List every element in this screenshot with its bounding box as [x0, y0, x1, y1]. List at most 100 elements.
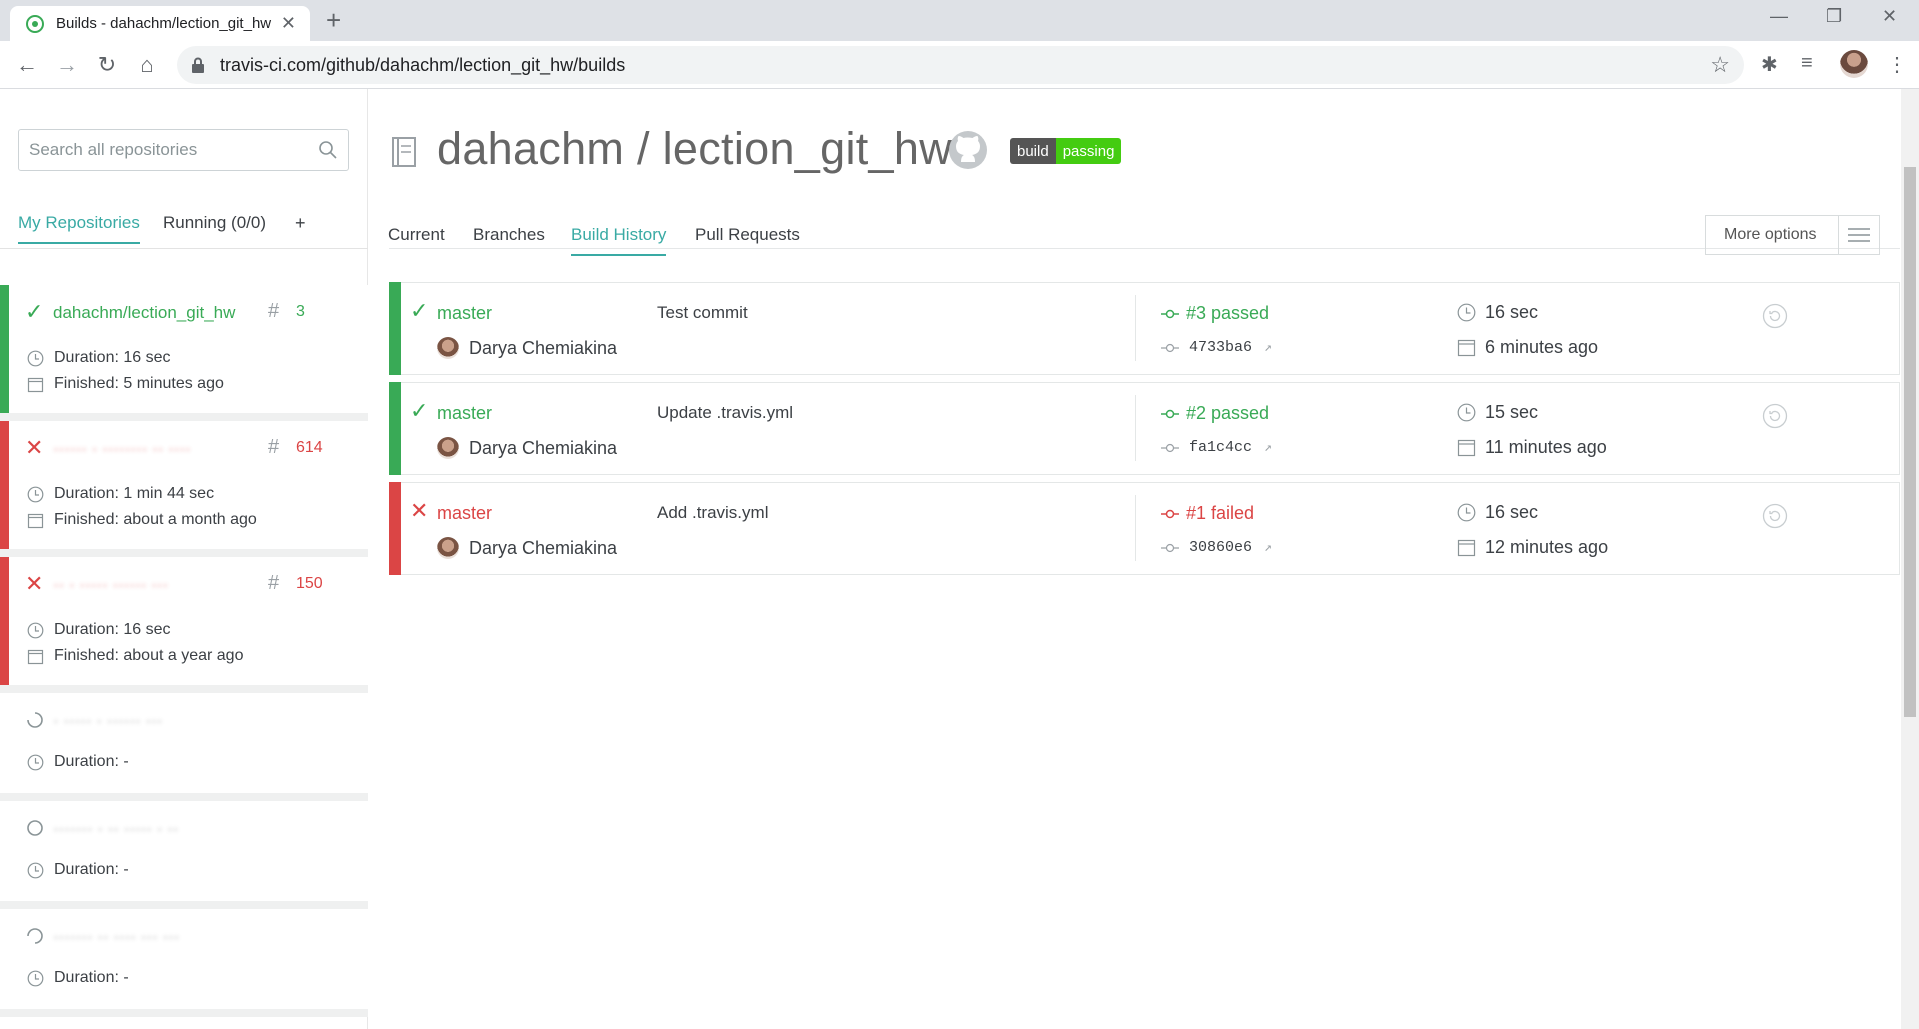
tab-build-history[interactable]: Build History — [571, 225, 667, 256]
sidebar-repo-item[interactable]: ✕ ·· · ····· ······ ··· # 150 Duration: … — [0, 557, 368, 685]
profile-avatar[interactable] — [1840, 50, 1868, 78]
build-result[interactable]: #2 passed — [1161, 403, 1269, 424]
clock-icon — [1457, 303, 1476, 322]
forward-icon[interactable]: → — [52, 50, 82, 80]
duration-text: 16 sec — [1485, 502, 1539, 522]
duration-text: Duration: - — [54, 753, 129, 770]
commit-icon — [1161, 543, 1179, 552]
media-control-icon[interactable]: ≡ — [1801, 52, 1813, 75]
restart-icon[interactable] — [1762, 403, 1788, 429]
minimize-icon[interactable]: — — [1770, 6, 1788, 27]
more-options-button[interactable]: More options — [1705, 215, 1880, 255]
new-tab-icon[interactable]: + — [326, 6, 341, 34]
build-row[interactable]: ✓ master Darya Chemiakina Update .travis… — [389, 382, 1900, 475]
hash-icon: # — [268, 300, 280, 322]
commit-sha[interactable]: 4733ba6 ↗ — [1161, 339, 1272, 356]
build-result[interactable]: #1 failed — [1161, 503, 1254, 524]
branch-name[interactable]: master — [437, 403, 492, 424]
repository-icon — [392, 137, 416, 167]
restore-icon[interactable]: ❐ — [1826, 6, 1842, 27]
browser-menu-icon[interactable]: ⋮ — [1887, 52, 1907, 77]
divider — [0, 793, 368, 801]
tab-pull-requests[interactable]: Pull Requests — [695, 225, 800, 245]
back-icon[interactable]: ← — [12, 50, 42, 80]
sidebar-repo-item[interactable]: · ····· · ······ ··· Duration: - — [0, 693, 368, 793]
close-window-icon[interactable]: ✕ — [1882, 6, 1897, 27]
tab-current[interactable]: Current — [388, 225, 445, 245]
commit-sha-text: fa1c4cc — [1189, 439, 1253, 456]
build-result-text: #1 failed — [1186, 503, 1255, 523]
repo-duration: Duration: 1 min 44 sec — [27, 485, 214, 503]
github-icon[interactable] — [947, 129, 989, 171]
repo-name[interactable]: ······ · ········ ·· ···· — [53, 439, 191, 459]
restart-icon[interactable] — [1762, 503, 1788, 529]
repo-finished: Finished: 5 minutes ago — [27, 375, 224, 393]
hash-icon: # — [268, 572, 280, 594]
address-bar[interactable]: travis-ci.com/github/dahachm/lection_git… — [177, 46, 1744, 84]
extensions-icon[interactable]: ✱ — [1761, 52, 1778, 77]
external-link-icon[interactable]: ↗ — [1264, 340, 1272, 355]
divider — [0, 549, 368, 557]
tab-running[interactable]: Running (0/0) — [163, 213, 266, 233]
build-number[interactable]: 150 — [296, 575, 323, 593]
build-finished: 6 minutes ago — [1457, 337, 1598, 358]
calendar-icon — [27, 649, 44, 664]
add-repository-button[interactable]: + — [295, 213, 306, 234]
scrollbar-thumb[interactable] — [1904, 167, 1916, 717]
build-row[interactable]: ✕ master Darya Chemiakina Add .travis.ym… — [389, 482, 1900, 575]
external-link-icon[interactable]: ↗ — [1264, 440, 1272, 455]
page-scrollbar[interactable] — [1901, 89, 1919, 1029]
build-number[interactable]: 3 — [296, 303, 305, 321]
build-number[interactable]: 614 — [296, 439, 323, 457]
search-icon[interactable] — [318, 140, 338, 160]
sidebar-repo-item[interactable]: ······· ·· ···· ··· ··· Duration: - — [0, 909, 368, 1009]
repo-finished: Finished: about a month ago — [27, 511, 257, 529]
divider — [1135, 495, 1136, 561]
repo-name[interactable]: ······· ·· ···· ··· ··· — [53, 927, 179, 947]
sidebar-repo-item[interactable]: ······· · ·· ····· · ·· Duration: - — [0, 801, 368, 901]
main-panel: dahachm / lection_git_hw build passing C… — [369, 89, 1919, 1029]
repo-name[interactable]: · ····· · ······ ··· — [53, 711, 162, 731]
duration-text: Duration: 16 sec — [54, 621, 171, 638]
more-options-label: More options — [1724, 226, 1817, 243]
commit-sha[interactable]: 30860e6 ↗ — [1161, 539, 1272, 556]
build-row[interactable]: ✓ master Darya Chemiakina Test commit #3… — [389, 282, 1900, 375]
browser-tab[interactable]: Builds - dahachm/lection_git_hw ✕ — [10, 6, 310, 41]
clock-icon — [27, 622, 44, 638]
repo-duration: Duration: - — [27, 861, 129, 879]
commit-sha[interactable]: fa1c4cc ↗ — [1161, 439, 1272, 456]
duration-text: Duration: - — [54, 861, 129, 878]
branch-name[interactable]: master — [437, 303, 492, 324]
tab-branches[interactable]: Branches — [473, 225, 545, 245]
calendar-icon — [27, 513, 44, 528]
bookmark-star-icon[interactable]: ☆ — [1710, 52, 1730, 78]
sidebar-repo-item[interactable]: ✓ dahachm/lection_git_hw # 3 Duration: 1… — [0, 285, 368, 413]
search-input[interactable] — [29, 140, 309, 160]
tab-close-icon[interactable]: ✕ — [281, 13, 296, 34]
repo-name[interactable]: dahachm/lection_git_hw — [53, 303, 235, 323]
restart-icon[interactable] — [1762, 303, 1788, 329]
tab-title: Builds - dahachm/lection_git_hw — [56, 15, 272, 32]
external-link-icon[interactable]: ↗ — [1264, 540, 1272, 555]
repo-duration: Duration: 16 sec — [27, 621, 171, 639]
circle-icon — [27, 820, 43, 836]
check-icon: ✓ — [25, 299, 44, 324]
lock-icon — [192, 57, 204, 73]
build-status-badge[interactable]: build passing — [1010, 138, 1122, 164]
reload-icon[interactable]: ↻ — [92, 50, 122, 80]
finished-text: 11 minutes ago — [1485, 437, 1607, 457]
commit-icon — [1161, 309, 1179, 318]
divider — [1135, 395, 1136, 461]
calendar-icon — [1457, 439, 1476, 457]
tab-my-repositories[interactable]: My Repositories — [18, 213, 140, 244]
repo-name[interactable]: ······· · ·· ····· · ·· — [53, 819, 179, 839]
branch-name[interactable]: master — [437, 503, 492, 524]
page-title: dahachm / lection_git_hw — [437, 123, 953, 174]
cross-icon: ✕ — [25, 435, 44, 460]
sidebar-repo-item[interactable]: ✕ ······ · ········ ·· ···· # 614 Durati… — [0, 421, 368, 549]
repo-name[interactable]: ·· · ····· ······ ··· — [53, 575, 168, 595]
build-result[interactable]: #3 passed — [1161, 303, 1269, 324]
commit-message: Update .travis.yml — [657, 403, 794, 422]
clock-icon — [1457, 503, 1476, 522]
home-icon[interactable]: ⌂ — [132, 50, 162, 80]
